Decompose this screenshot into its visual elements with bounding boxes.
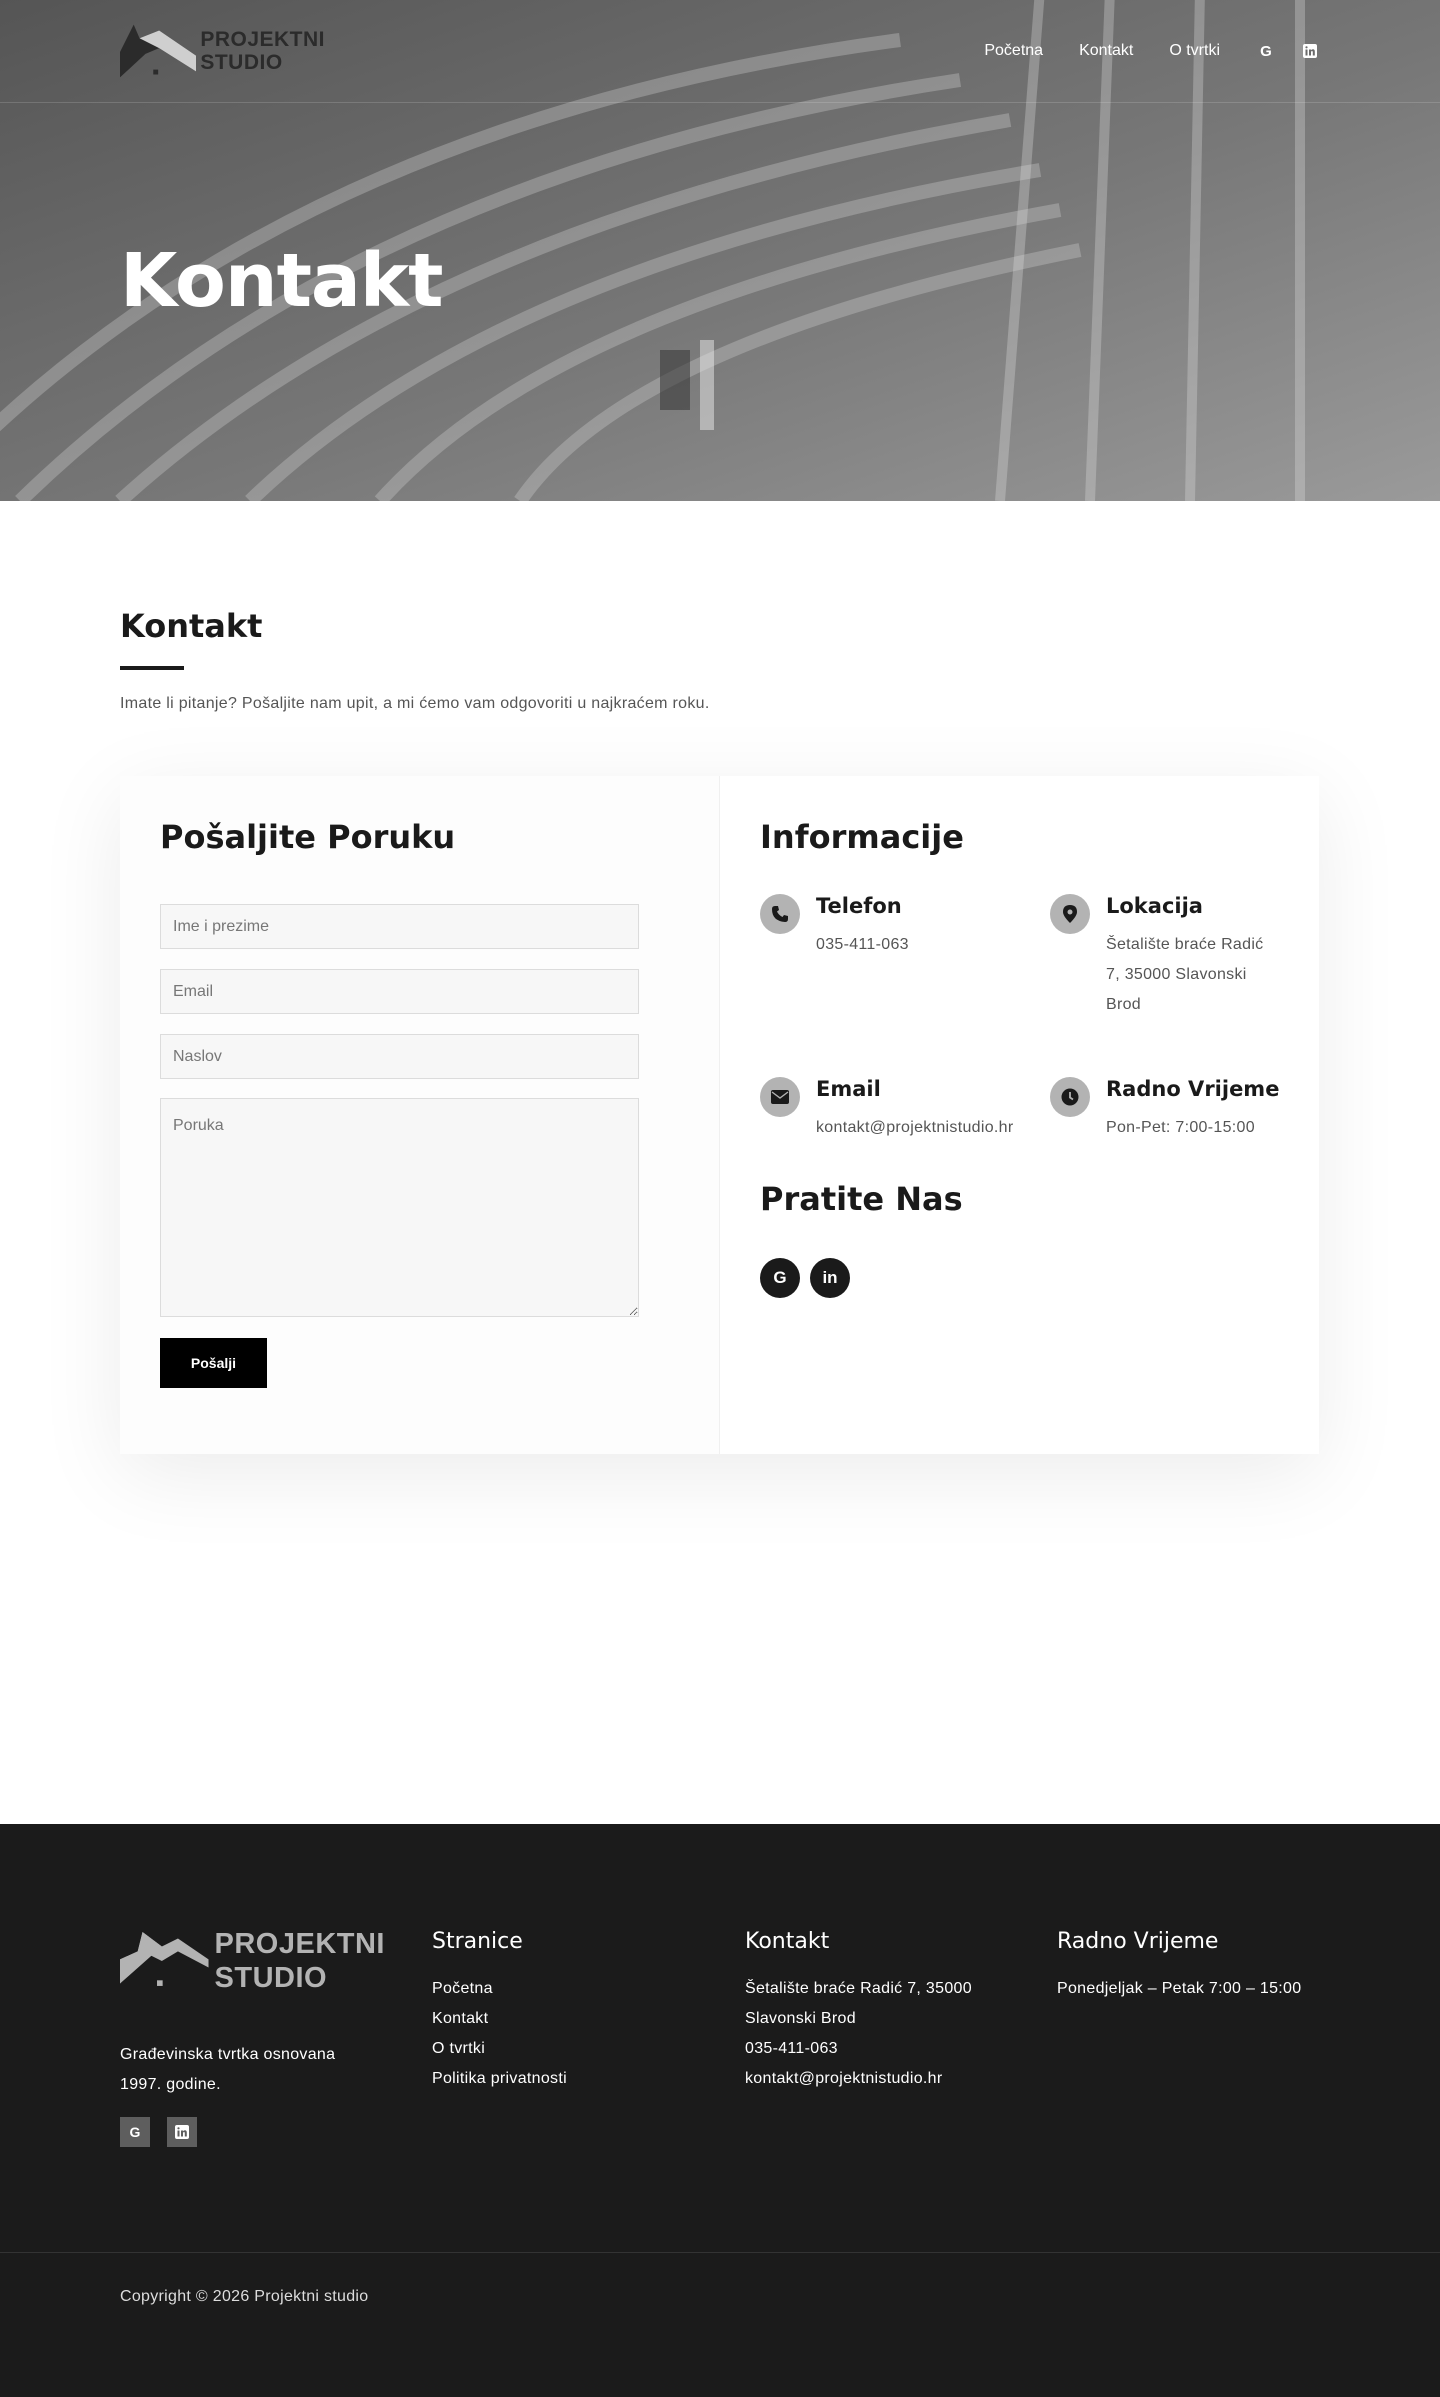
page-title: Kontakt — [120, 238, 443, 324]
nav-link-about[interactable]: O tvrtki — [1169, 42, 1220, 60]
map-pin-icon — [1050, 894, 1090, 934]
footer-hours-title: Radno Vrijeme — [1057, 1929, 1219, 1954]
contact-section: Kontakt Imate li pitanje? Pošaljite nam … — [0, 501, 1440, 1824]
message-textarea[interactable] — [160, 1098, 639, 1317]
name-input[interactable] — [160, 904, 639, 949]
subject-input[interactable] — [160, 1034, 639, 1079]
footer-logo-line-1: PROJEKTNI — [214, 1928, 385, 1960]
footer-logo-line-2: STUDIO — [214, 1962, 328, 1994]
info-title: Informacije — [760, 818, 964, 856]
clock-icon — [1050, 1077, 1090, 1117]
phone-value[interactable]: 035-411-063 — [816, 930, 909, 960]
nav-link-home[interactable]: Početna — [984, 42, 1043, 60]
location-line-2: 7, 35000 Slavonski — [1106, 966, 1247, 983]
submit-button[interactable]: Pošalji — [160, 1338, 267, 1388]
site-header: PROJEKTNI STUDIO Početna Kontakt O tvrtk… — [0, 0, 1440, 103]
footer-hours-text: Ponedjeljak – Petak 7:00 – 15:00 — [1057, 1980, 1302, 1997]
footer-pages-title: Stranice — [432, 1929, 523, 1954]
title-underline — [120, 666, 184, 670]
footer-about-line-1: Građevinska tvrtka osnovana — [120, 2046, 336, 2063]
info-phone: Telefon 035-411-063 — [760, 894, 1020, 984]
copyright-text: Copyright © 2026 Projektni studio — [120, 2288, 369, 2305]
location-value: Šetalište braće Radić 7, 35000 Slavonski… — [1106, 930, 1264, 1020]
email-value[interactable]: kontakt@projektnistudio.hr — [816, 1113, 1013, 1143]
footer-pages: Stranice Početna Kontakt O tvrtki Politi… — [432, 1929, 567, 2094]
footer-email[interactable]: kontakt@projektnistudio.hr — [745, 2064, 972, 2094]
section-title: Kontakt — [120, 607, 263, 645]
google-icon[interactable]: G — [120, 2117, 150, 2147]
footer-logo-mark-icon — [120, 1932, 209, 1986]
footer-about-line-2: 1997. godine. — [120, 2076, 221, 2093]
email-input[interactable] — [160, 969, 639, 1014]
footer-logo-text: PROJEKTNI STUDIO — [215, 1927, 385, 1995]
footer-address-line-2: Slavonski Brod — [745, 2010, 856, 2027]
footer-contact-title: Kontakt — [745, 1929, 830, 1954]
site-footer: PROJEKTNI STUDIO Građevinska tvrtka osno… — [0, 1824, 1440, 2397]
phone-icon — [760, 894, 800, 934]
contact-card: Pošaljite Poruku Pošalji Informacije Tel… — [120, 776, 1319, 1454]
footer-link-privacy[interactable]: Politika privatnosti — [432, 2064, 567, 2094]
site-logo[interactable]: PROJEKTNI STUDIO — [120, 24, 325, 78]
info-hours: Radno Vrijeme Pon-Pet: 7:00-15:00 — [1050, 1077, 1300, 1147]
google-icon[interactable]: G — [760, 1258, 800, 1298]
linkedin-icon[interactable] — [167, 2117, 197, 2147]
hero-banner: PROJEKTNI STUDIO Početna Kontakt O tvrtk… — [0, 0, 1440, 501]
footer-logo[interactable]: PROJEKTNI STUDIO — [120, 1925, 385, 1997]
logo-line-2: STUDIO — [200, 51, 283, 74]
logo-text: PROJEKTNI STUDIO — [200, 28, 325, 74]
form-title: Pošaljite Poruku — [160, 818, 456, 856]
contact-form-panel: Pošaljite Poruku Pošalji — [120, 776, 720, 1454]
linkedin-icon[interactable]: in — [810, 1258, 850, 1298]
location-title: Lokacija — [1106, 894, 1203, 918]
footer-divider — [0, 2252, 1440, 2253]
footer-link-about[interactable]: O tvrtki — [432, 2034, 567, 2064]
info-location: Lokacija Šetalište braće Radić 7, 35000 … — [1050, 894, 1290, 1024]
phone-title: Telefon — [816, 894, 902, 918]
footer-linkedin-glyph — [175, 2125, 189, 2139]
logo-mark-icon — [120, 24, 197, 78]
nav-link-contact[interactable]: Kontakt — [1079, 42, 1133, 60]
footer-contact: Kontakt Šetalište braće Radić 7, 35000 S… — [745, 1929, 972, 2094]
footer-hours: Radno Vrijeme Ponedjeljak – Petak 7:00 –… — [1057, 1929, 1301, 2004]
follow-title: Pratite Nas — [760, 1180, 963, 1218]
footer-about: Građevinska tvrtka osnovana 1997. godine… — [120, 2040, 380, 2100]
hours-title: Radno Vrijeme — [1106, 1077, 1280, 1101]
footer-link-contact[interactable]: Kontakt — [432, 2004, 567, 2034]
location-line-1: Šetalište braće Radić — [1106, 936, 1264, 953]
info-panel: Informacije Telefon 035-411-063 Lokacija… — [720, 776, 1319, 1454]
hours-value: Pon-Pet: 7:00-15:00 — [1106, 1119, 1255, 1136]
location-line-3: Brod — [1106, 996, 1141, 1013]
logo-line-1: PROJEKTNI — [200, 28, 325, 51]
envelope-icon — [760, 1077, 800, 1117]
email-title: Email — [816, 1077, 881, 1101]
footer-link-home[interactable]: Početna — [432, 1974, 567, 2004]
footer-phone[interactable]: 035-411-063 — [745, 2034, 972, 2064]
main-nav: Početna Kontakt O tvrtki G — [948, 38, 1320, 64]
linkedin-icon-glyph — [1303, 44, 1317, 58]
info-email: Email kontakt@projektnistudio.hr — [760, 1077, 1040, 1147]
section-intro-text: Imate li pitanje? Pošaljite nam upit, a … — [120, 695, 710, 712]
linkedin-icon[interactable] — [1300, 41, 1320, 61]
google-icon[interactable]: G — [1256, 41, 1276, 61]
footer-address-line-1: Šetalište braće Radić 7, 35000 — [745, 1980, 972, 1997]
